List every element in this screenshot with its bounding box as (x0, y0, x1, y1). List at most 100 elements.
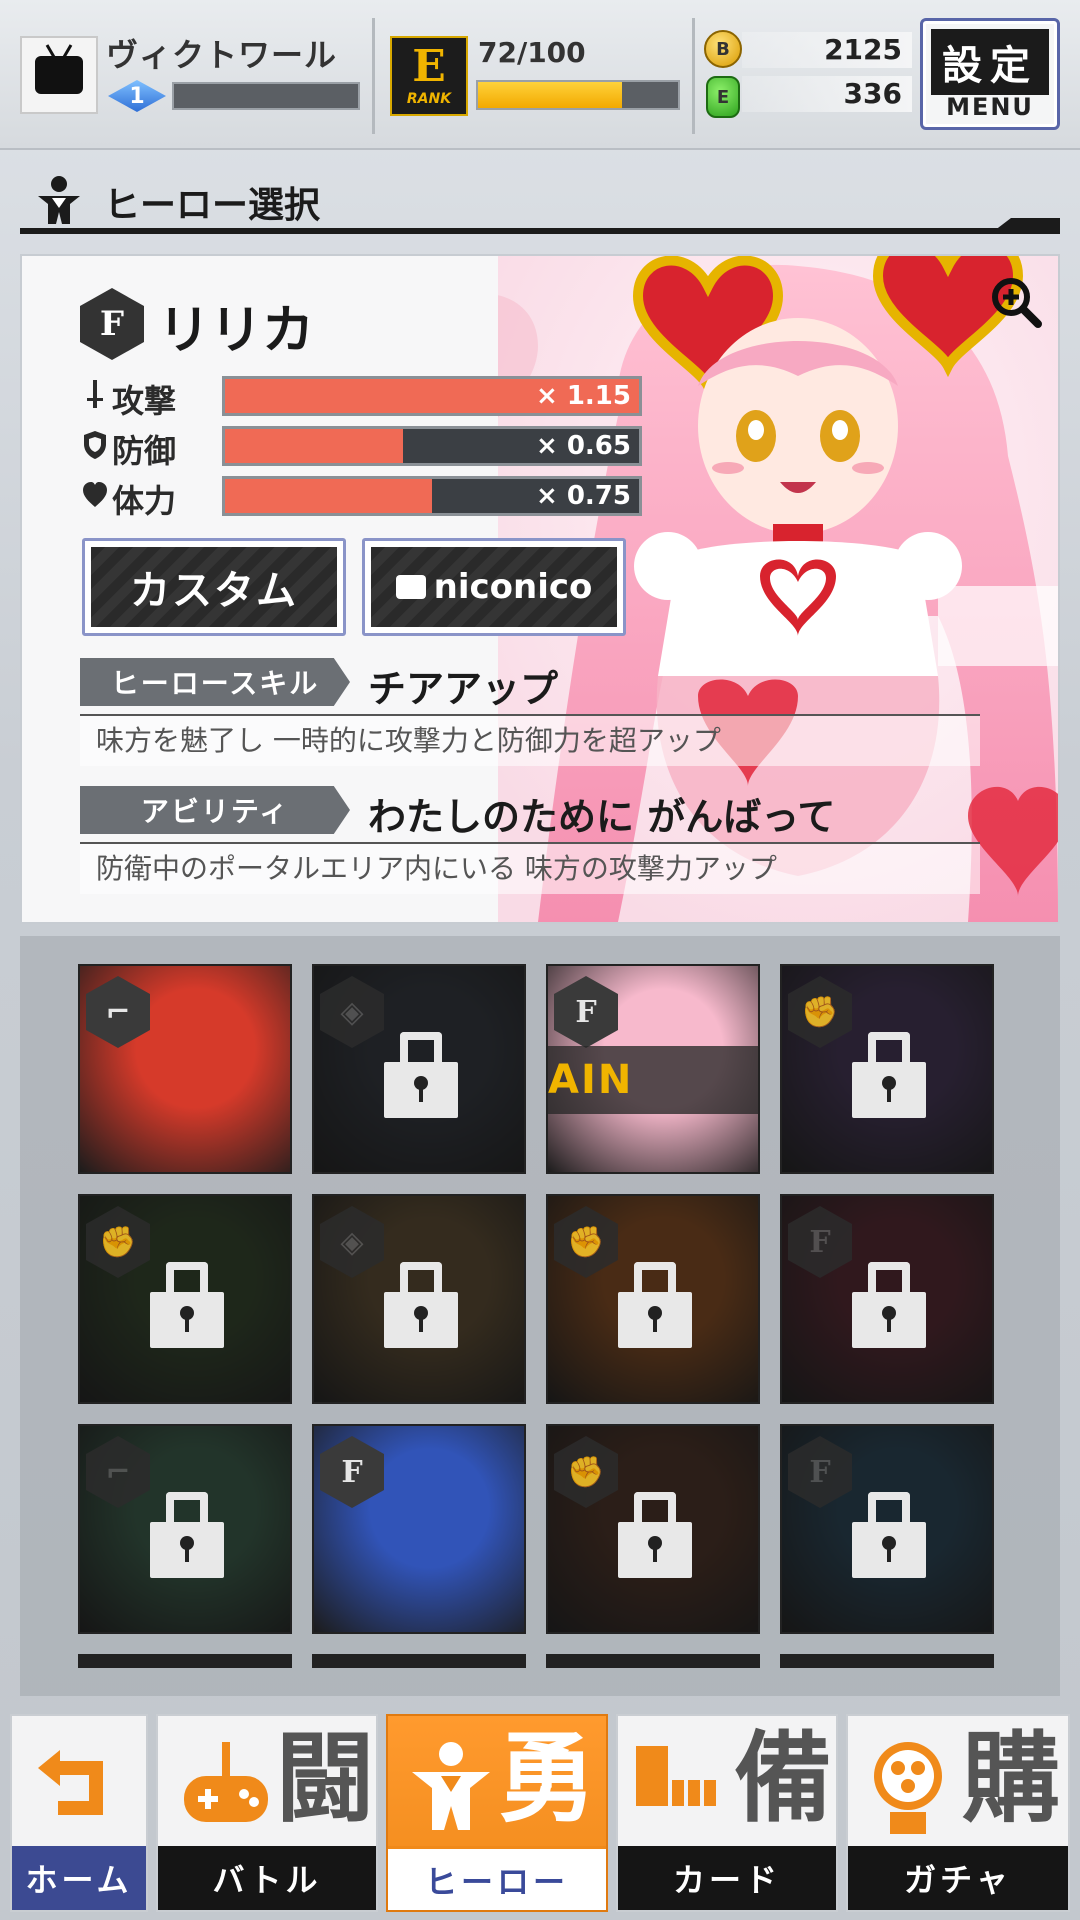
hero-card[interactable]: F (312, 1424, 526, 1634)
level-badge: 1 (108, 80, 166, 112)
rank-progress-fill (478, 82, 622, 108)
divider (80, 842, 980, 844)
nav-tab-battle[interactable]: 闘 バトル (156, 1714, 378, 1912)
ability-name: わたしのために がんばって (368, 795, 836, 839)
stat-fill (225, 429, 404, 463)
custom-button[interactable]: カスタム (82, 538, 346, 636)
nav-label-gacha: ガチャ (848, 1846, 1068, 1910)
stat-bar: × 0.65 (222, 426, 642, 466)
hero-card[interactable]: ⌐ (78, 1424, 292, 1634)
rank-word: RANK (406, 91, 452, 107)
niconico-tv-icon (395, 575, 426, 599)
fist-glyph: ✊ (801, 994, 839, 1030)
header-divider (372, 18, 375, 134)
zoom-in-icon (992, 278, 1042, 328)
shield-glyph: ◈ (340, 1224, 364, 1260)
rank-progress-bar (476, 80, 680, 110)
gacha-capsule-icon (874, 1742, 942, 1834)
zoom-button[interactable] (984, 270, 1048, 334)
hero-card-partial[interactable] (546, 1654, 760, 1668)
hero-figure-icon (412, 1742, 490, 1830)
niconico-button[interactable]: niconico (362, 538, 626, 636)
card-stack-icon (636, 1746, 716, 1806)
hero-skill-name: チアアップ (368, 667, 559, 711)
hero-card[interactable]: ✊ (78, 1194, 292, 1404)
nav-kanji-battle: 闘 (276, 1722, 375, 1836)
nav-label-home: ホーム (12, 1846, 146, 1910)
shield-icon (84, 431, 106, 459)
divider (80, 714, 980, 716)
header-divider (692, 18, 695, 134)
fist-glyph: ✊ (567, 1454, 605, 1490)
fist-glyph: ✊ (99, 1224, 137, 1260)
stat-row-defense: 防御 × 0.65 (82, 426, 642, 470)
tv-icon (35, 56, 83, 94)
hero-card[interactable]: ◈ (312, 1194, 526, 1404)
gun-glyph: F (575, 994, 597, 1030)
stat-row-attack: 攻撃 × 1.15 (82, 376, 642, 420)
ability-tag: アビリティ (80, 786, 350, 834)
gold-coin-icon: B (704, 30, 742, 68)
shield-glyph: ◈ (340, 994, 364, 1030)
nav-tab-gacha[interactable]: 購 ガチャ (846, 1714, 1070, 1912)
hero-card[interactable]: ⌐ (78, 964, 292, 1174)
section-header: ヒーロー選択 (20, 168, 1060, 234)
gamepad-icon (184, 1742, 268, 1822)
nav-label-battle: バトル (158, 1846, 376, 1910)
hero-card[interactable]: ✊ (546, 1424, 760, 1634)
top-status-bar: ヴィクトワール 1 E RANK 72/100 B 2125 E 336 設定 … (0, 0, 1080, 150)
settings-menu-button[interactable]: 設定 MENU (920, 18, 1060, 130)
hero-card[interactable]: ✊ (546, 1194, 760, 1404)
menu-label: MENU (946, 93, 1034, 121)
nav-tab-card[interactable]: 備 カード (616, 1714, 838, 1912)
nav-kanji-hero: 勇 (498, 1722, 597, 1836)
gun-glyph: F (341, 1454, 363, 1490)
lock-icon (618, 1492, 692, 1578)
hero-card[interactable]: ✊ (780, 964, 994, 1174)
hero-card-partial[interactable] (780, 1654, 994, 1668)
hero-card[interactable]: F (780, 1424, 994, 1634)
hero-name: リリカ (158, 301, 315, 361)
experience-bar (172, 82, 360, 110)
lock-icon (384, 1262, 458, 1348)
rank-emblem: E RANK (390, 36, 468, 116)
hero-card-partial[interactable] (312, 1654, 526, 1668)
stat-label: 攻撃 (112, 382, 177, 420)
lock-icon (852, 1262, 926, 1348)
nav-kanji-gacha: 購 (962, 1722, 1061, 1836)
green-currency-count: 336 (742, 76, 912, 112)
hero-skill-tag: ヒーロースキル (80, 658, 350, 706)
lock-icon (852, 1032, 926, 1118)
heart-icon (83, 482, 107, 507)
section-underline (20, 228, 1060, 234)
bottom-navigation: ホーム 闘 バトル 勇 ヒーロー 備 カード 購 ガチャ (0, 1706, 1080, 1920)
green-currency-icon: E (706, 76, 740, 118)
hero-roster-grid: ⌐ ◈ F AIN ✊ ✊ ◈ ✊ F ⌐ F ✊ F (20, 936, 1060, 1696)
nav-label-hero: ヒーロー (388, 1846, 606, 1910)
stat-label: 防御 (112, 432, 177, 470)
stat-label: 体力 (112, 482, 177, 520)
custom-button-label: カスタム (91, 547, 337, 627)
boot-glyph: ⌐ (105, 994, 131, 1030)
hero-skill-description: 味方を魅了し 一時的に攻撃力と防御力を超アップ (80, 716, 980, 766)
sword-icon (87, 380, 103, 408)
hero-card-partial[interactable] (78, 1654, 292, 1668)
hero-card[interactable]: F (780, 1194, 994, 1404)
nav-tab-home[interactable]: ホーム (10, 1714, 148, 1912)
niconico-button-inner: niconico (371, 547, 617, 627)
hero-card[interactable]: ◈ (312, 964, 526, 1174)
player-avatar[interactable] (20, 36, 98, 114)
hero-card[interactable]: F AIN (546, 964, 760, 1174)
section-title: ヒーロー選択 (104, 185, 321, 226)
menu-kanji: 設定 (931, 29, 1049, 95)
lock-icon (150, 1492, 224, 1578)
nav-kanji-card: 備 (734, 1722, 833, 1836)
rank-letter: E (412, 41, 446, 92)
stat-value: × 0.65 (536, 431, 631, 461)
selected-banner: AIN (548, 1046, 758, 1114)
boot-glyph: ⌐ (105, 1454, 131, 1490)
hero-figure-icon (38, 176, 80, 224)
gold-coin-count: 2125 (742, 32, 912, 68)
rank-progress-text: 72/100 (478, 36, 586, 69)
nav-tab-hero[interactable]: 勇 ヒーロー (386, 1714, 608, 1912)
